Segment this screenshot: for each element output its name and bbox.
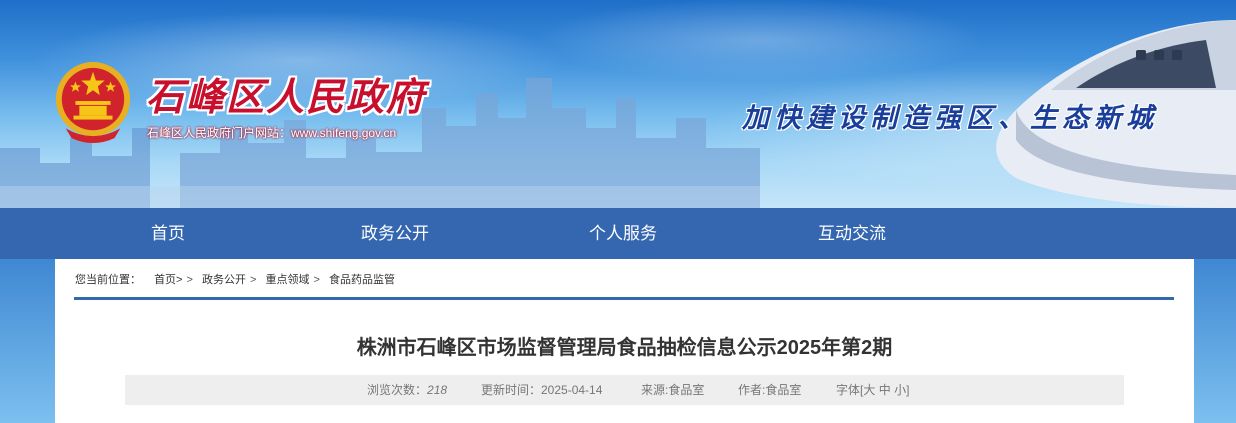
font-size-small[interactable]: 小 [894,383,906,397]
article-title: 株洲市石峰区市场监督管理局食品抽检信息公示2025年第2期 [356,337,893,359]
font-size-large[interactable]: 大 [863,383,875,397]
main-nav: 首页 政务公开 个人服务 互动交流 [0,208,1236,259]
font-size-switcher: 字体[大 中 小] [836,375,909,405]
article-meta-bar: 浏览次数：218 更新时间：2025-04-14 来源:食品室 作者:食品室 字… [125,375,1124,405]
breadcrumb-lead: 您当前位置： [75,274,141,286]
breadcrumb-home[interactable]: 首页> [154,274,182,286]
article-source: 来源:食品室 [641,383,705,397]
font-size-label: 字体[ [836,383,864,397]
update-time: 更新时间：2025-04-14 [481,383,603,397]
site-url: 石峰区人民政府门户网站：www.shifeng.gov.cn [147,126,397,140]
breadcrumb-key-areas[interactable]: 重点领域 [266,274,310,286]
nav-item-interaction[interactable]: 互动交流 [802,208,902,259]
breadcrumb-separator: > [186,274,193,286]
font-size-medium[interactable]: 中 [879,383,891,397]
content-card: 您当前位置： 首页> > 政务公开 > 重点领域 > 食品药品监管 株洲市石峰区市场监… [55,259,1194,423]
font-size-close: ] [906,383,910,397]
breadcrumb-separator: > [250,274,257,286]
nav-item-home[interactable]: 首页 [120,208,216,259]
site-name: 石峰区人民政府 [146,74,427,119]
view-count-label: 浏览次数： [367,383,428,397]
nav-item-personal-services[interactable]: 个人服务 [573,208,673,259]
slogan: 加快建设制造强区、生态新城 [742,103,1158,134]
breadcrumb-food-drug-supervision[interactable]: 食品药品监管 [329,274,395,286]
breadcrumb-divider [74,297,1174,300]
breadcrumb-government-affairs[interactable]: 政务公开 [202,274,246,286]
national-emblem-icon [55,62,131,143]
nav-item-government-affairs[interactable]: 政务公开 [345,208,445,259]
breadcrumb-separator: > [313,274,320,286]
header-banner: 石峰区人民政府 石峰区人民政府门户网站：www.shifeng.gov.cn 加… [0,0,1236,208]
article-author: 作者:食品室 [738,383,802,397]
view-count: 浏览次数：218 [367,375,447,405]
breadcrumb: 您当前位置： 首页> > 政务公开 > 重点领域 > 食品药品监管 [75,271,395,287]
view-count-value: 218 [427,383,448,397]
